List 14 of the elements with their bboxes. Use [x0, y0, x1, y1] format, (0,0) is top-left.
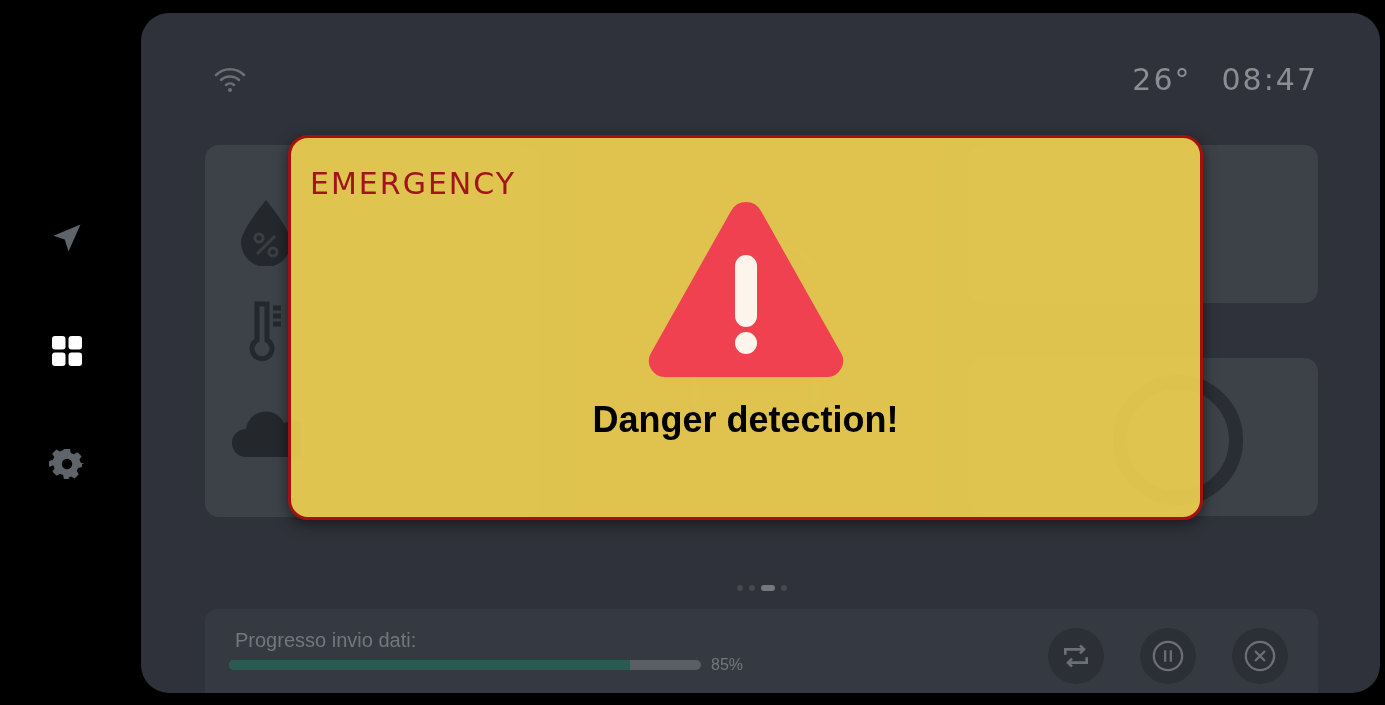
pause-icon: [1151, 639, 1185, 673]
warning-icon: [646, 201, 845, 377]
cancel-button[interactable]: [1232, 628, 1288, 684]
time-text: 08:47: [1221, 61, 1318, 97]
pause-button[interactable]: [1140, 628, 1196, 684]
retry-button[interactable]: [1048, 628, 1104, 684]
close-icon: [1243, 639, 1277, 673]
upload-percent: 85%: [711, 655, 744, 674]
dialog-message: Danger detection!: [592, 399, 899, 441]
settings-icon[interactable]: [48, 446, 85, 482]
temperature-text: 26°: [1132, 61, 1192, 97]
dialog-title: EMERGENCY: [310, 166, 517, 201]
upload-label: Progresso invio dati:: [234, 628, 418, 652]
wifi-icon: [213, 65, 247, 93]
